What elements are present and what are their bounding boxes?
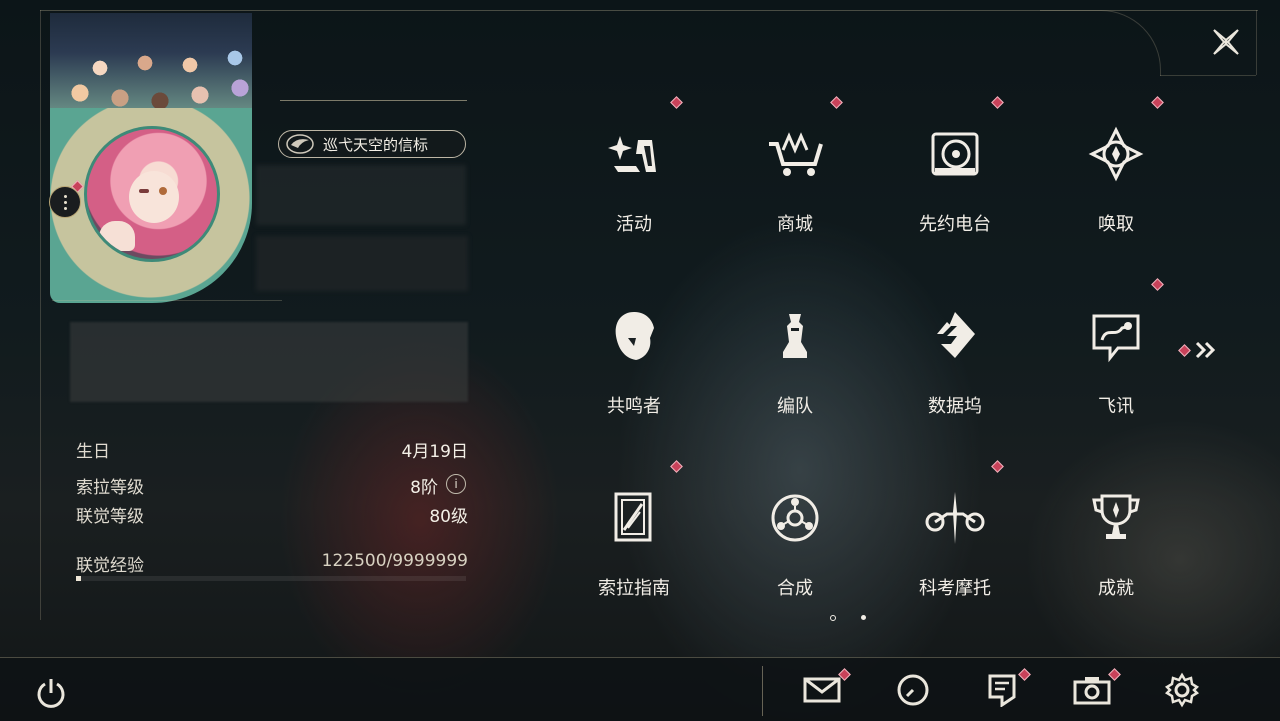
radio-player-icon: [931, 132, 979, 176]
menu-item-message[interactable]: 飞讯: [1046, 292, 1186, 432]
menu-label: 科考摩托: [919, 578, 991, 599]
summon-notification-badge: [1151, 96, 1164, 109]
wing-emblem-icon: [286, 134, 314, 154]
clock-button[interactable]: [893, 670, 933, 710]
resonator-portrait-icon: [615, 312, 654, 360]
union-level-value: 80级: [429, 507, 468, 527]
avatar-eye-left: [139, 189, 149, 193]
message-chat-icon: [1092, 314, 1140, 363]
mail-button[interactable]: [802, 670, 842, 710]
menu-item-guide[interactable]: 索拉指南: [564, 474, 704, 614]
menu-item-achievement[interactable]: 成就: [1046, 474, 1186, 614]
union-exp-bar: [76, 576, 466, 581]
notice-icon: [988, 674, 1016, 707]
birthday-label: 生日: [76, 442, 110, 462]
achievement-trophy-icon: [1092, 494, 1140, 539]
avatar-face: [129, 171, 179, 223]
page-indicator: [830, 614, 870, 622]
union-exp-fill: [76, 576, 81, 581]
camera-icon: [1073, 677, 1111, 705]
camera-button[interactable]: [1072, 670, 1112, 710]
blurred-signature-area: [70, 322, 468, 402]
title-badge-text: 巡弋天空的信标: [323, 135, 429, 154]
menu-item-event[interactable]: 活动: [564, 110, 704, 250]
menu-item-radio[interactable]: 先约电台: [885, 110, 1025, 250]
menu-item-databank[interactable]: 数据坞: [885, 292, 1025, 432]
profile-separator: [52, 300, 282, 301]
synthesis-orb-icon: [771, 494, 819, 542]
blurred-name-area: [256, 165, 466, 225]
more-options-button[interactable]: [49, 186, 81, 218]
frame-right-vertical: [1256, 10, 1257, 75]
toolbar-separator: [762, 666, 763, 716]
settings-button[interactable]: [1162, 670, 1202, 710]
menu-item-shop[interactable]: 商城: [725, 110, 865, 250]
close-button[interactable]: [1206, 22, 1246, 62]
info-icon[interactable]: i: [446, 474, 466, 494]
avatar-eye-right: [159, 187, 167, 195]
page-dot-active[interactable]: [830, 615, 836, 621]
sola-level-value: 8阶: [410, 478, 438, 498]
union-exp-label: 联觉经验: [76, 556, 144, 576]
menu-item-motorcycle[interactable]: 科考摩托: [885, 474, 1025, 614]
union-exp-value: 122500/9999999: [321, 551, 468, 571]
data-bank-icon: [937, 312, 975, 358]
power-icon: [37, 679, 65, 708]
menu-label: 合成: [777, 578, 813, 599]
birthday-value: 4月19日: [401, 442, 468, 462]
page-dot[interactable]: [861, 615, 866, 620]
notice-button[interactable]: [982, 670, 1022, 710]
menu-label: 飞讯: [1098, 396, 1134, 417]
sola-level-label: 索拉等级: [76, 478, 144, 498]
close-icon: [1213, 29, 1239, 55]
union-level-label: 联觉等级: [76, 507, 144, 527]
event-sparkle-icon: [608, 136, 656, 172]
avatar-hand: [99, 221, 135, 251]
message-notification-badge: [1151, 278, 1164, 291]
summon-compass-icon: [1088, 126, 1144, 182]
menu-item-resonator[interactable]: 共鸣者: [564, 292, 704, 432]
title-badge[interactable]: 巡弋天空的信标: [278, 130, 466, 158]
menu-item-synthesis[interactable]: 合成: [725, 474, 865, 614]
guide-notification-badge: [670, 460, 683, 473]
menu-label: 索拉指南: [598, 578, 670, 599]
menu-label: 编队: [777, 396, 813, 417]
settings-gear-icon: [1164, 672, 1200, 708]
menu-label: 活动: [616, 214, 652, 235]
radio-notification-badge: [991, 96, 1004, 109]
next-page-badge: [1178, 343, 1191, 357]
motorcycle-icon: [925, 492, 985, 544]
event-notification-badge: [670, 96, 683, 109]
menu-label: 数据坞: [928, 396, 982, 417]
power-button[interactable]: [30, 672, 72, 714]
more-dot-icon: [63, 194, 67, 198]
profile-banner-image[interactable]: [50, 13, 252, 113]
menu-label: 先约电台: [919, 214, 991, 235]
shop-notification-badge: [830, 96, 843, 109]
avatar[interactable]: [84, 126, 220, 262]
menu-label: 成就: [1098, 578, 1134, 599]
name-underline: [280, 100, 467, 101]
mail-icon: [803, 677, 841, 703]
menu-label: 共鸣者: [607, 396, 661, 417]
frame-right-line: [1160, 75, 1256, 76]
clock-icon: [897, 674, 929, 706]
more-dot-icon: [63, 200, 67, 204]
double-chevron-right-icon: [1195, 341, 1216, 359]
motorcycle-notification-badge: [991, 460, 1004, 473]
frame-corner-arc: [1040, 10, 1161, 76]
blurred-id-area: [256, 236, 468, 291]
frame-left-line: [40, 10, 41, 620]
team-chess-icon: [783, 314, 807, 358]
next-page-button[interactable]: [1178, 340, 1220, 360]
more-dot-icon: [63, 206, 67, 210]
guide-book-icon: [614, 492, 652, 542]
menu-item-team[interactable]: 编队: [725, 292, 865, 432]
menu-item-summon[interactable]: 唤取: [1046, 110, 1186, 250]
menu-label: 商城: [777, 214, 813, 235]
shop-cart-icon: [769, 132, 823, 176]
menu-label: 唤取: [1098, 214, 1134, 235]
